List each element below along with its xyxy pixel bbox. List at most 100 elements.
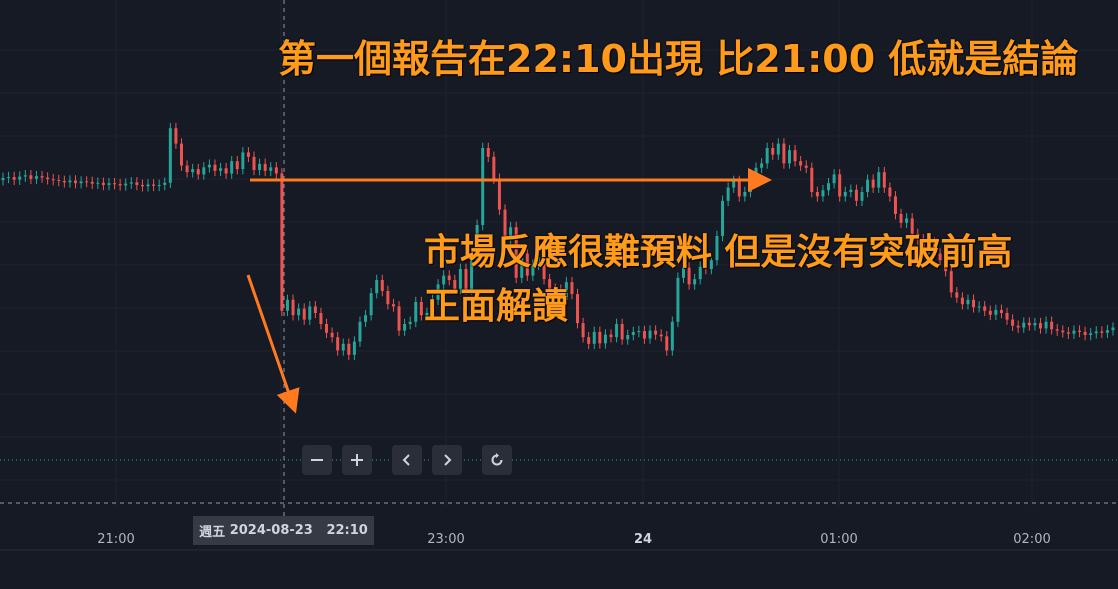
candle-body xyxy=(949,271,953,293)
chevron-right-icon xyxy=(444,454,452,466)
zoom-out-button[interactable] xyxy=(302,445,332,475)
time-tick-label: 23:00 xyxy=(427,532,465,547)
candle-body xyxy=(1061,330,1065,333)
candle-body xyxy=(1066,332,1070,334)
candle-body xyxy=(140,184,144,187)
candle-body xyxy=(609,334,613,338)
candle-body xyxy=(124,183,128,186)
candle-body xyxy=(96,182,100,184)
candle-body xyxy=(235,161,239,170)
candle-body xyxy=(815,192,819,197)
candle-body xyxy=(146,184,150,187)
candle-body xyxy=(90,181,94,184)
time-tick-label: 01:00 xyxy=(820,532,858,547)
candle-body xyxy=(1038,323,1042,329)
candle-body xyxy=(966,299,970,305)
candle-body xyxy=(308,306,312,320)
candle-body xyxy=(46,177,50,180)
candle-body xyxy=(1033,323,1037,326)
candle-body xyxy=(191,169,195,173)
candle-body xyxy=(135,182,139,185)
candle-body xyxy=(1022,322,1026,328)
candle-body xyxy=(68,180,72,183)
candle-body xyxy=(893,196,897,214)
candle-body xyxy=(285,299,289,311)
candle-body xyxy=(492,156,496,179)
candle-body xyxy=(481,148,485,225)
scroll-right-button[interactable] xyxy=(432,445,462,475)
candle-body xyxy=(447,275,451,280)
candle-body xyxy=(185,165,189,173)
candle-body xyxy=(592,331,596,344)
candle-body xyxy=(721,200,725,236)
candle-body xyxy=(1016,325,1020,328)
candle-body xyxy=(782,143,786,164)
candle-body xyxy=(202,167,206,175)
candle-body xyxy=(1011,319,1015,326)
candle-body xyxy=(598,331,602,344)
candle-body xyxy=(403,324,407,331)
crosshair-date: 2024-08-23 xyxy=(229,523,313,538)
candle-body xyxy=(274,167,278,174)
candle-body xyxy=(765,148,769,164)
scroll-left-button[interactable] xyxy=(392,445,422,475)
candle-body xyxy=(648,330,652,339)
candle-body xyxy=(1105,330,1109,333)
candle-body xyxy=(497,178,501,210)
candle-body xyxy=(118,184,122,186)
candle-body xyxy=(1027,322,1031,326)
candle-body xyxy=(224,168,228,174)
candle-body xyxy=(832,174,836,184)
chart-area[interactable]: 第一個報告在22:10出現 比21:00 低就是結論 市場反應很難預料 但是沒有… xyxy=(0,0,1118,589)
candle-body xyxy=(1,177,5,181)
candle-body xyxy=(230,161,234,174)
minus-icon xyxy=(311,459,323,461)
candle-body xyxy=(1055,329,1059,331)
candle-body xyxy=(241,152,245,170)
annotation-title: 第一個報告在22:10出現 比21:00 低就是結論 xyxy=(278,37,1079,81)
candle-body xyxy=(960,297,964,305)
candle-body xyxy=(799,161,803,166)
candle-body xyxy=(977,306,981,308)
time-axis[interactable]: 21:00 23:00 24 01:00 02:00 xyxy=(0,506,1118,556)
candle-body xyxy=(319,313,323,324)
candle-body xyxy=(62,181,66,183)
candle-body xyxy=(386,291,390,305)
candle-body xyxy=(263,163,267,171)
candle-body xyxy=(1044,321,1048,329)
candle-body xyxy=(302,308,306,320)
zoom-in-button[interactable] xyxy=(342,445,372,475)
candle-body xyxy=(196,169,200,175)
reset-chart-button[interactable] xyxy=(482,445,512,475)
candle-body xyxy=(179,143,183,166)
candle-body xyxy=(882,172,886,188)
candle-body xyxy=(983,306,987,311)
candle-body xyxy=(743,192,747,197)
candle-body xyxy=(776,143,780,155)
candle-body xyxy=(252,156,256,170)
crosshair-time-label: 週五 2024-08-23 22:10 xyxy=(193,516,374,545)
candle-body xyxy=(670,321,674,351)
candle-body xyxy=(380,280,384,291)
candle-body xyxy=(57,180,61,182)
candle-body xyxy=(442,275,446,285)
candle-body xyxy=(391,304,395,307)
annotation-comment-line2: 正面解讀 xyxy=(424,286,569,327)
candle-body xyxy=(269,167,273,171)
time-tick-label: 24 xyxy=(633,532,653,547)
candle-body xyxy=(152,184,156,186)
candle-body xyxy=(207,164,211,168)
candle-body xyxy=(414,302,418,322)
candle-body xyxy=(397,306,401,331)
candle-body xyxy=(810,167,814,192)
chevron-left-icon xyxy=(402,454,410,466)
candle-body xyxy=(213,164,217,171)
candle-body xyxy=(838,174,842,197)
candle-body xyxy=(994,309,998,315)
candle-body xyxy=(1083,331,1087,335)
candle-body xyxy=(871,179,875,188)
candle-body xyxy=(888,187,892,197)
candle-body xyxy=(726,187,730,201)
candle-body xyxy=(347,343,351,355)
candle-body xyxy=(486,148,490,157)
